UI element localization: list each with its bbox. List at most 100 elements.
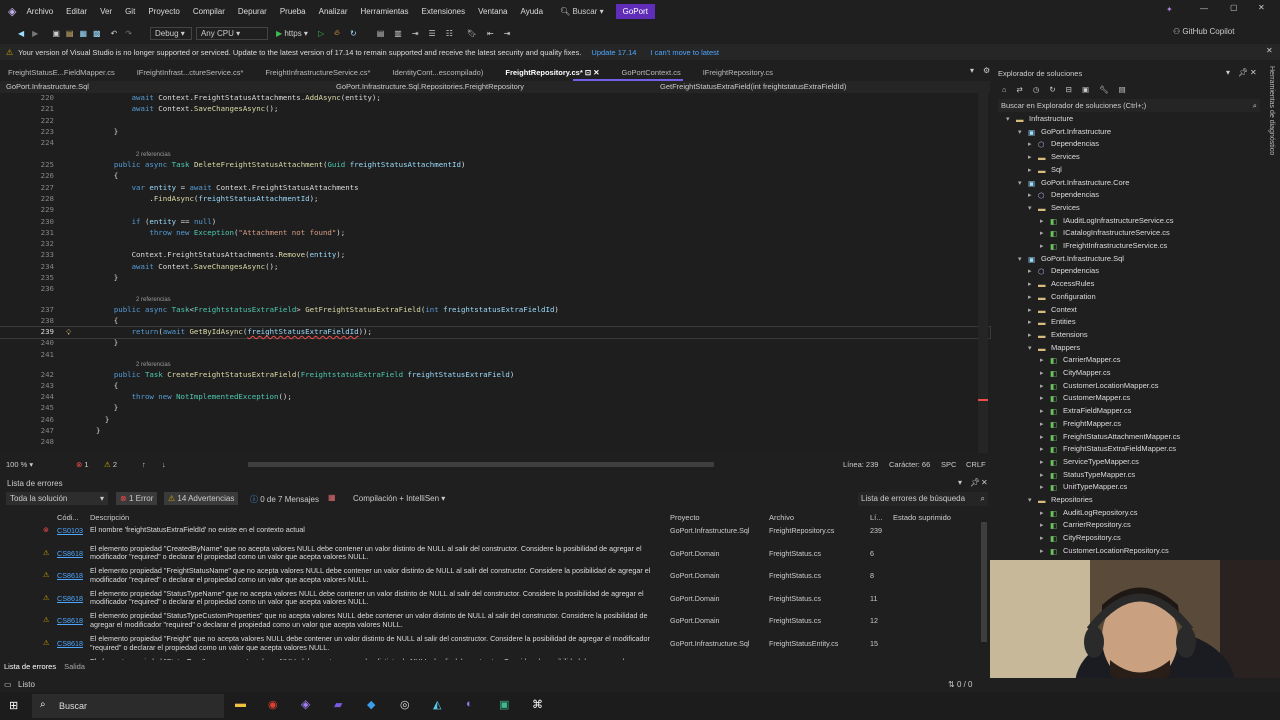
build-filter-dropdown[interactable]: Compilación + IntelliSen ▾: [350, 492, 450, 505]
tree-node[interactable]: ▸ ◧ FreightMapper.cs: [1040, 419, 1121, 431]
collapse-icon[interactable]: ▸: [1028, 166, 1038, 174]
up-icon[interactable]: ↑: [142, 460, 146, 469]
code-editor[interactable]: 220 await Context.FreightStatusAttachmen…: [0, 93, 991, 453]
undo-icon[interactable]: ↶: [111, 29, 118, 38]
back-icon[interactable]: ◀: [18, 29, 24, 38]
expand-icon[interactable]: ▾: [1028, 496, 1038, 504]
error-row[interactable]: ⚠CS8618El elemento propiedad "StatusType…: [0, 612, 990, 635]
vscode-icon[interactable]: ◆: [367, 698, 375, 711]
editor-warning-count[interactable]: ⚠ 2: [104, 460, 117, 469]
messages-filter-button[interactable]: ⓘ 0 de 7 Mensajes: [246, 492, 323, 507]
taskbar-search[interactable]: ⌕ Buscar: [32, 694, 224, 718]
collapse-icon[interactable]: ▸: [1040, 242, 1050, 250]
nav-member-dropdown[interactable]: GetFreightStatusExtraField(int freightst…: [660, 82, 846, 91]
scope-dropdown[interactable]: Toda la solución ▾: [6, 492, 108, 505]
collapse-icon[interactable]: ▸: [1040, 382, 1050, 390]
error-code[interactable]: CS8618: [57, 639, 83, 648]
error-row[interactable]: ⚠ CS8618 El elemento propiedad "CreatedByN…: [0, 544, 990, 568]
tab-overflow-icon[interactable]: ▾: [970, 66, 974, 75]
menu-herramientas[interactable]: Herramientas: [361, 7, 409, 16]
menu-analizar[interactable]: Analizar: [319, 7, 348, 16]
nav-project-dropdown[interactable]: GoPort.Infrastructure.Sql: [6, 82, 89, 91]
tree-node[interactable]: ▸ ◧ CustomerMapper.cs: [1040, 393, 1130, 405]
expand-icon[interactable]: ▾: [1018, 128, 1028, 136]
obs-icon[interactable]: ◐: [466, 698, 473, 710]
vs-logo-icon[interactable]: ◈: [8, 5, 16, 18]
error-row[interactable]: ⚠ CS8618 El elemento propiedad "FreightSta…: [0, 566, 990, 590]
error-code[interactable]: CS8618: [57, 616, 83, 625]
tree-node[interactable]: ▾ ▬ Infrastructure: [1006, 114, 1073, 126]
filter-icon[interactable]: ▦: [328, 493, 336, 502]
run-without-debug-icon[interactable]: ▷: [318, 29, 324, 38]
collapse-icon[interactable]: ▸: [1040, 420, 1050, 428]
collapse-icon[interactable]: ▸: [1028, 280, 1038, 288]
terminal-icon[interactable]: ▣: [499, 698, 509, 711]
tree-node[interactable]: ▸ ▬ Services: [1028, 152, 1080, 164]
error-code[interactable]: CS8618: [57, 571, 83, 580]
collapse-icon[interactable]: ▸: [1028, 306, 1038, 314]
tree-node[interactable]: ▸ ◧ IAuditLogInfrastructureService.cs: [1040, 216, 1173, 228]
collapse-icon[interactable]: ▸: [1028, 140, 1038, 148]
save-icon[interactable]: ▦: [79, 29, 87, 38]
menu-ver[interactable]: Ver: [100, 7, 112, 16]
collapse-icon[interactable]: ▸: [1040, 356, 1050, 364]
menu-proyecto[interactable]: Proyecto: [148, 7, 180, 16]
tab-close-icon[interactable]: ⊡ ✕: [583, 68, 600, 77]
panel-dropdown-icon[interactable]: ▾: [958, 478, 962, 487]
account-icon[interactable]: ✦: [1166, 5, 1173, 14]
run-button[interactable]: ▶ https ▾: [276, 29, 308, 38]
error-row[interactable]: ⚠CS8618El elemento propiedad "StatusType…: [0, 657, 990, 660]
toolbar-comment-icon[interactable]: ☰: [429, 29, 436, 38]
expand-icon[interactable]: ▾: [1028, 344, 1038, 352]
menu-prueba[interactable]: Prueba: [280, 7, 306, 16]
hot-reload-icon[interactable]: 🔥︎: [334, 28, 340, 38]
collapse-icon[interactable]: ▸: [1040, 547, 1050, 555]
panel-pin-icon[interactable]: 📌︎: [1238, 68, 1248, 77]
nav-class-dropdown[interactable]: GoPort.Infrastructure.Sql.Repositories.F…: [336, 82, 524, 91]
tree-node[interactable]: ▸ ▬ Entities: [1028, 317, 1076, 329]
tree-node[interactable]: ▸ ◧ StatusTypeMapper.cs: [1040, 470, 1135, 482]
solution-name-badge[interactable]: GoPort: [615, 3, 655, 19]
error-row[interactable]: ⚠ CS8618 El elemento propiedad "Freight" q…: [0, 634, 990, 658]
expand-icon[interactable]: ▾: [1018, 255, 1028, 263]
new-item-icon[interactable]: ▣: [52, 29, 60, 38]
home-icon[interactable]: ⌂: [1002, 85, 1007, 94]
chrome-icon[interactable]: ◉: [268, 698, 278, 711]
bookmark-icon[interactable]: 🔖︎: [467, 29, 477, 38]
collapse-all-icon[interactable]: ⊟: [1066, 85, 1072, 94]
document-tab[interactable]: FreightRepository.cs* ⊡ ✕: [505, 68, 599, 77]
column-code[interactable]: Códi...: [57, 513, 79, 522]
platform-dropdown[interactable]: Any CPU ▾: [195, 26, 268, 40]
menu-git[interactable]: Git: [125, 7, 135, 16]
code-lens[interactable]: 2 referencias: [136, 362, 171, 368]
menu-compilar[interactable]: Compilar: [193, 7, 225, 16]
error-row[interactable]: ⊗ CS0103 El nombre 'freightStatusExtraFiel…: [0, 522, 990, 545]
properties-icon[interactable]: 🔧︎: [1099, 85, 1109, 94]
tree-node[interactable]: ▸ ▬ AccessRules: [1028, 279, 1094, 291]
column-line[interactable]: Lí...: [870, 513, 883, 522]
cursor-app-icon[interactable]: ⌘: [532, 698, 543, 711]
file-explorer-icon[interactable]: ▬: [235, 698, 246, 710]
error-code[interactable]: CS8618: [57, 549, 83, 558]
collapse-icon[interactable]: ▸: [1040, 458, 1050, 466]
tree-node[interactable]: ▾ ▬ Repositories: [1028, 495, 1093, 507]
collapse-icon[interactable]: ▸: [1040, 534, 1050, 542]
menu-extensiones[interactable]: Extensiones: [422, 7, 466, 16]
tree-node[interactable]: ▸ ◧ IFreightInfrastructureService.cs: [1040, 241, 1167, 253]
tree-node[interactable]: ▸ ▬ Configuration: [1028, 292, 1096, 304]
cant-move-link[interactable]: I can't move to latest: [650, 48, 719, 57]
tree-node[interactable]: ▾ ▣ GoPort.Infrastructure: [1018, 127, 1111, 139]
column-suppression[interactable]: Estado suprimido: [893, 513, 951, 522]
collapse-icon[interactable]: ▸: [1028, 318, 1038, 326]
error-row[interactable]: ⚠CS8618El elemento propiedad "StatusType…: [0, 589, 990, 613]
warnings-filter-button[interactable]: ⚠ 14 Advertencias: [164, 492, 239, 505]
column-description[interactable]: Descripción: [90, 513, 129, 522]
down-icon[interactable]: ↓: [162, 460, 166, 469]
tree-node[interactable]: ▸ ◧ ServiceTypeMapper.cs: [1040, 457, 1139, 469]
show-all-icon[interactable]: ▣: [1082, 85, 1089, 94]
expand-icon[interactable]: ▾: [1028, 204, 1038, 212]
taskbar-app-icon[interactable]: ▰: [334, 698, 342, 711]
github-copilot-button[interactable]: ⚇ GitHub Copilot: [1173, 27, 1234, 36]
update-link[interactable]: Update 17.14: [591, 48, 636, 57]
tree-node[interactable]: ▸ ◧ CustomerLocationRepository.cs: [1040, 546, 1169, 558]
